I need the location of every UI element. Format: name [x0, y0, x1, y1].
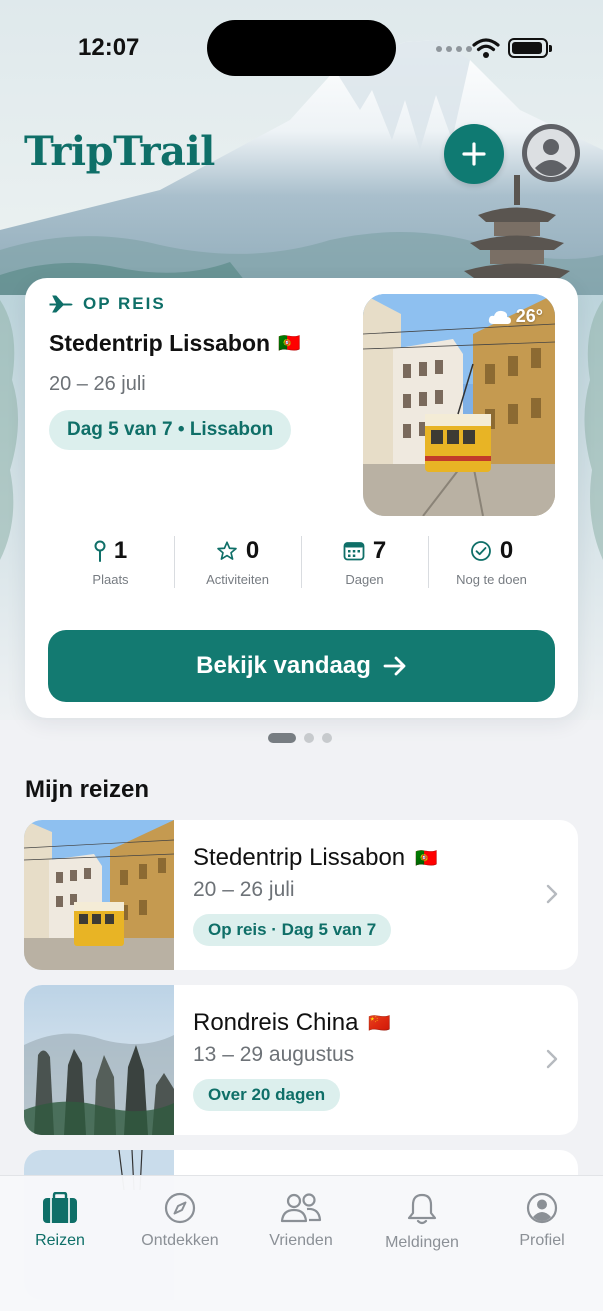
trip-dates: 20 – 26 juli — [49, 373, 146, 395]
stat-label: Plaats — [92, 572, 129, 587]
trip-name-text: Stedentrip Lissabon — [193, 844, 406, 871]
stat-label: Dagen — [345, 572, 384, 587]
bell-icon — [407, 1193, 437, 1225]
tab-label: Meldingen — [385, 1234, 459, 1251]
compass-icon — [164, 1192, 196, 1224]
trip-status-badge: OP REIS — [49, 294, 166, 314]
star-icon — [217, 541, 237, 560]
calendar-icon — [343, 542, 365, 561]
tab-vrienden[interactable]: Vrienden — [246, 1192, 356, 1250]
trip-name: Rondreis China 🇨🇳 — [193, 1009, 391, 1037]
flag-icon: 🇨🇳 — [368, 1012, 391, 1033]
pager-dot-active[interactable] — [268, 733, 296, 743]
weather-temp: 26° — [515, 306, 543, 326]
tab-reizen[interactable]: Reizen — [5, 1192, 115, 1250]
status-bar: 12:07 — [0, 0, 603, 96]
tab-label: Ontdekken — [141, 1232, 219, 1249]
trip-thumbnail — [24, 985, 174, 1135]
trip-stats: 1 Plaats 0 Activiteiten 7 Dagen 0 Nog te… — [47, 536, 555, 590]
tab-meldingen[interactable]: Meldingen — [367, 1192, 477, 1252]
pager-dot[interactable] — [322, 733, 332, 743]
trip-list-item[interactable]: Stedentrip Lissabon 🇵🇹 20 – 26 juli Op r… — [24, 820, 578, 970]
tab-label: Profiel — [519, 1232, 565, 1249]
trip-status-pill: Op reis · Dag 5 van 7 — [193, 914, 392, 946]
check-circle-icon — [470, 541, 491, 561]
stat-value: 1 — [113, 537, 128, 564]
stat-todo: 0 Nog te doen — [428, 536, 555, 590]
plus-icon — [462, 142, 486, 166]
stat-label: Activiteiten — [206, 572, 269, 587]
trip-photo: 26° — [363, 294, 555, 516]
trip-list-item[interactable]: Rondreis China 🇨🇳 13 – 29 augustus Over … — [24, 985, 578, 1135]
signal-icon — [436, 46, 472, 52]
trip-name-text: Rondreis China — [193, 1009, 359, 1036]
dynamic-island — [207, 20, 396, 76]
status-time: 12:07 — [78, 34, 140, 61]
pager-dot[interactable] — [304, 733, 314, 743]
tab-label: Reizen — [35, 1232, 85, 1249]
stat-places: 1 Plaats — [47, 536, 174, 590]
trip-title-text: Stedentrip Lissabon — [49, 330, 271, 356]
section-title: Mijn reizen — [25, 776, 150, 803]
profile-avatar-button[interactable] — [522, 124, 580, 182]
airplane-icon — [49, 295, 73, 313]
stat-label: Nog te doen — [456, 572, 527, 587]
trip-thumbnail — [24, 820, 174, 970]
battery-icon — [508, 38, 552, 58]
wifi-icon — [472, 38, 500, 58]
cloud-icon — [488, 310, 511, 324]
add-trip-button[interactable] — [444, 124, 504, 184]
trip-status-pill: Over 20 dagen — [193, 1079, 341, 1111]
stat-value: 7 — [372, 537, 387, 564]
trip-title: Stedentrip Lissabon 🇵🇹 — [49, 330, 301, 357]
stat-value: 0 — [245, 537, 260, 564]
app-logo: TripTrail — [24, 128, 215, 175]
trip-day-pill: Dag 5 van 7 • Lissabon — [49, 410, 292, 450]
view-today-button[interactable]: Bekijk vandaag — [48, 630, 555, 702]
view-today-label: Bekijk vandaag — [196, 652, 371, 679]
card-pager[interactable] — [268, 733, 332, 743]
tab-ontdekken[interactable]: Ontdekken — [125, 1192, 235, 1250]
trip-dates: 13 – 29 augustus — [193, 1043, 355, 1066]
suitcase-icon — [43, 1192, 77, 1223]
person-icon — [524, 126, 578, 180]
stat-value: 0 — [499, 537, 514, 564]
people-icon — [280, 1193, 322, 1223]
chevron-right-icon — [546, 1049, 558, 1069]
tab-profiel[interactable]: Profiel — [487, 1192, 597, 1250]
flag-icon: 🇵🇹 — [278, 333, 301, 353]
stat-days: 7 Dagen — [301, 536, 428, 590]
profile-icon — [526, 1192, 558, 1224]
pin-icon — [94, 540, 106, 562]
current-trip-card[interactable]: OP REIS Stedentrip Lissabon 🇵🇹 20 – 26 j… — [25, 278, 578, 718]
trip-dates: 20 – 26 juli — [193, 878, 295, 901]
trip-name: Stedentrip Lissabon 🇵🇹 — [193, 844, 438, 872]
arrow-right-icon — [383, 656, 406, 676]
trip-status-label: OP REIS — [83, 294, 166, 313]
tab-bar: Reizen Ontdekken Vrienden Meldingen Prof… — [0, 1175, 603, 1311]
flag-icon: 🇵🇹 — [415, 847, 438, 868]
chevron-right-icon — [546, 884, 558, 904]
stat-activities: 0 Activiteiten — [174, 536, 301, 590]
tab-label: Vrienden — [269, 1232, 333, 1249]
weather-badge: 26° — [488, 306, 543, 327]
